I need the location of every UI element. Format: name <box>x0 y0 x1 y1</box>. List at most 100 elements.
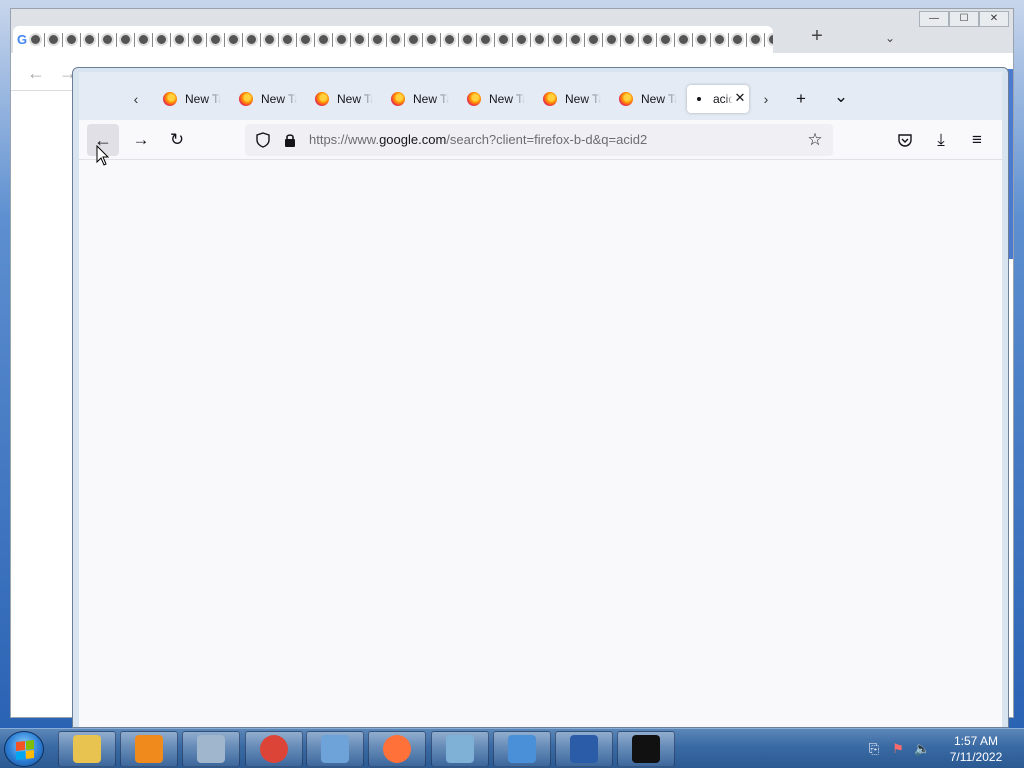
chrome-tab-favicon-icon[interactable] <box>641 33 655 46</box>
taskbar-photo-viewer-button[interactable] <box>431 731 489 767</box>
tab-new-tab-1[interactable]: New Tab <box>155 85 225 113</box>
file-explorer-icon <box>73 735 101 763</box>
taskbar-powershell-button[interactable] <box>555 731 613 767</box>
firefox-icon <box>315 92 329 106</box>
tab-acid2-active[interactable]: acid2 ✕ <box>687 85 749 113</box>
loading-dot-icon <box>697 97 701 101</box>
chrome-tab-favicon-icon[interactable] <box>65 33 79 46</box>
chrome-tab-favicon-icon[interactable] <box>173 33 187 46</box>
tab-new-tab-4[interactable]: New Tab <box>383 85 453 113</box>
tab-label: New Tab <box>413 92 449 106</box>
chrome-tab-favicon-icon[interactable] <box>749 33 763 46</box>
chrome-tab-favicon-icon[interactable] <box>767 33 773 46</box>
tab-new-tab-7[interactable]: New Tab <box>611 85 681 113</box>
chrome-tab-favicon-icon[interactable] <box>425 33 439 46</box>
chrome-tab-favicon-icon[interactable] <box>659 33 673 46</box>
chrome-tab-separator <box>440 32 442 47</box>
chrome-tab-favicon-icon[interactable] <box>137 33 151 46</box>
chrome-new-tab-button[interactable]: + <box>807 26 827 47</box>
reload-button[interactable]: ↻ <box>167 130 187 150</box>
chrome-tab-favicon-icon[interactable] <box>731 33 745 46</box>
chrome-tab-favicon-icon[interactable] <box>713 33 727 46</box>
scroll-tabs-left-icon[interactable]: ‹ <box>127 90 145 108</box>
tab-new-tab-2[interactable]: New Tab <box>231 85 301 113</box>
chrome-tab-favicon-icon[interactable] <box>605 33 619 46</box>
volume-icon[interactable]: 🔈 <box>914 741 930 757</box>
taskbar-chrome-button[interactable] <box>245 731 303 767</box>
taskbar-media-player-button[interactable] <box>120 731 178 767</box>
url-prefix: https://www. <box>309 132 380 147</box>
chrome-tab-favicon-icon[interactable] <box>335 33 349 46</box>
chrome-tab-favicon-icon[interactable] <box>227 33 241 46</box>
chrome-tab-separator <box>728 32 730 47</box>
chrome-tab-favicon-icon[interactable] <box>317 33 331 46</box>
google-icon[interactable]: G <box>17 32 27 47</box>
chrome-tab-favicon-icon[interactable] <box>353 33 367 46</box>
chrome-tab-favicon-icon[interactable] <box>551 33 565 46</box>
lock-icon[interactable] <box>283 132 297 148</box>
chrome-tab-favicon-icon[interactable] <box>407 33 421 46</box>
chrome-tab-favicon-icon[interactable] <box>29 33 43 46</box>
chrome-tab-favicon-icon[interactable] <box>101 33 115 46</box>
chrome-tab-favicon-icon[interactable] <box>533 33 547 46</box>
chrome-tab-favicon-icon[interactable] <box>587 33 601 46</box>
pocket-icon[interactable] <box>897 132 913 148</box>
close-tab-icon[interactable]: ✕ <box>733 91 747 105</box>
chrome-minimize-button[interactable]: — <box>919 11 949 27</box>
chrome-tab-favicon-icon[interactable] <box>155 33 169 46</box>
chrome-tab-favicon-icon[interactable] <box>695 33 709 46</box>
chrome-tab-favicon-icon[interactable] <box>479 33 493 46</box>
chrome-tab-favicon-icon[interactable] <box>677 33 691 46</box>
firefox-window[interactable]: — ☐ ✕ ‹ New Tab New Tab New Tab New Tab <box>72 67 1009 728</box>
chrome-tab-search-icon[interactable]: ⌄ <box>885 31 901 47</box>
chrome-back-icon[interactable]: ← <box>27 63 45 84</box>
taskbar-command-prompt-button[interactable] <box>617 731 675 767</box>
url-bar[interactable]: https://www.google.com/search?client=fir… <box>245 124 833 156</box>
chrome-tab-separator <box>332 32 334 47</box>
forward-button[interactable]: → <box>131 130 151 150</box>
tab-new-tab-5[interactable]: New Tab <box>459 85 529 113</box>
chrome-tab-separator <box>710 32 712 47</box>
app-menu-icon[interactable]: ≡ <box>967 130 987 150</box>
tab-new-tab-6[interactable]: New Tab <box>535 85 605 113</box>
taskbar-control-panel-button[interactable] <box>306 731 364 767</box>
chrome-tab-favicon-icon[interactable] <box>281 33 295 46</box>
taskbar-documents-button[interactable] <box>182 731 240 767</box>
chrome-close-button[interactable]: ✕ <box>979 11 1009 27</box>
chrome-maximize-button[interactable]: ☐ <box>949 11 979 27</box>
chrome-tab-favicon-icon[interactable] <box>443 33 457 46</box>
chrome-tab-favicon-icon[interactable] <box>497 33 511 46</box>
chrome-tab-favicon-icon[interactable] <box>515 33 529 46</box>
chrome-tab-favicon-icon[interactable] <box>209 33 223 46</box>
chrome-tab-favicon-icon[interactable] <box>245 33 259 46</box>
chrome-tab-favicon-icon[interactable] <box>371 33 385 46</box>
start-button[interactable] <box>4 731 44 767</box>
downloads-icon[interactable]: ⤓ <box>931 130 951 150</box>
photo-viewer-icon <box>446 735 474 763</box>
chrome-tab-favicon-icon[interactable] <box>623 33 637 46</box>
taskbar-remote-desktop-button[interactable] <box>493 731 551 767</box>
taskbar-clock[interactable]: 1:57 AM 7/11/2022 <box>936 733 1016 765</box>
tab-new-tab-3[interactable]: New Tab <box>307 85 377 113</box>
url-text[interactable]: https://www.google.com/search?client=fir… <box>309 132 647 147</box>
chrome-tab-list[interactable]: G <box>13 26 773 53</box>
chrome-tab-favicon-icon[interactable] <box>263 33 277 46</box>
tracking-protection-shield-icon[interactable] <box>255 132 271 148</box>
chrome-tab-favicon-icon[interactable] <box>461 33 475 46</box>
new-tab-button[interactable]: + <box>791 89 811 109</box>
scroll-tabs-right-icon[interactable]: › <box>757 90 775 108</box>
taskbar-firefox-button[interactable] <box>368 731 426 767</box>
chrome-tab-favicon-icon[interactable] <box>191 33 205 46</box>
action-center-flag-icon[interactable]: ⚑ <box>890 741 906 757</box>
chrome-tab-favicon-icon[interactable] <box>569 33 583 46</box>
chrome-tab-favicon-icon[interactable] <box>119 33 133 46</box>
chrome-tab-favicon-icon[interactable] <box>389 33 403 46</box>
taskbar-file-explorer-button[interactable] <box>58 731 116 767</box>
chrome-tab-favicon-icon[interactable] <box>299 33 313 46</box>
network-icon[interactable]: ⎘ <box>866 741 882 757</box>
list-all-tabs-icon[interactable]: ⌄ <box>831 87 851 107</box>
page-content[interactable] <box>79 160 1002 727</box>
chrome-tab-favicon-icon[interactable] <box>47 33 61 46</box>
bookmark-star-icon[interactable]: ☆ <box>805 130 825 150</box>
chrome-tab-favicon-icon[interactable] <box>83 33 97 46</box>
